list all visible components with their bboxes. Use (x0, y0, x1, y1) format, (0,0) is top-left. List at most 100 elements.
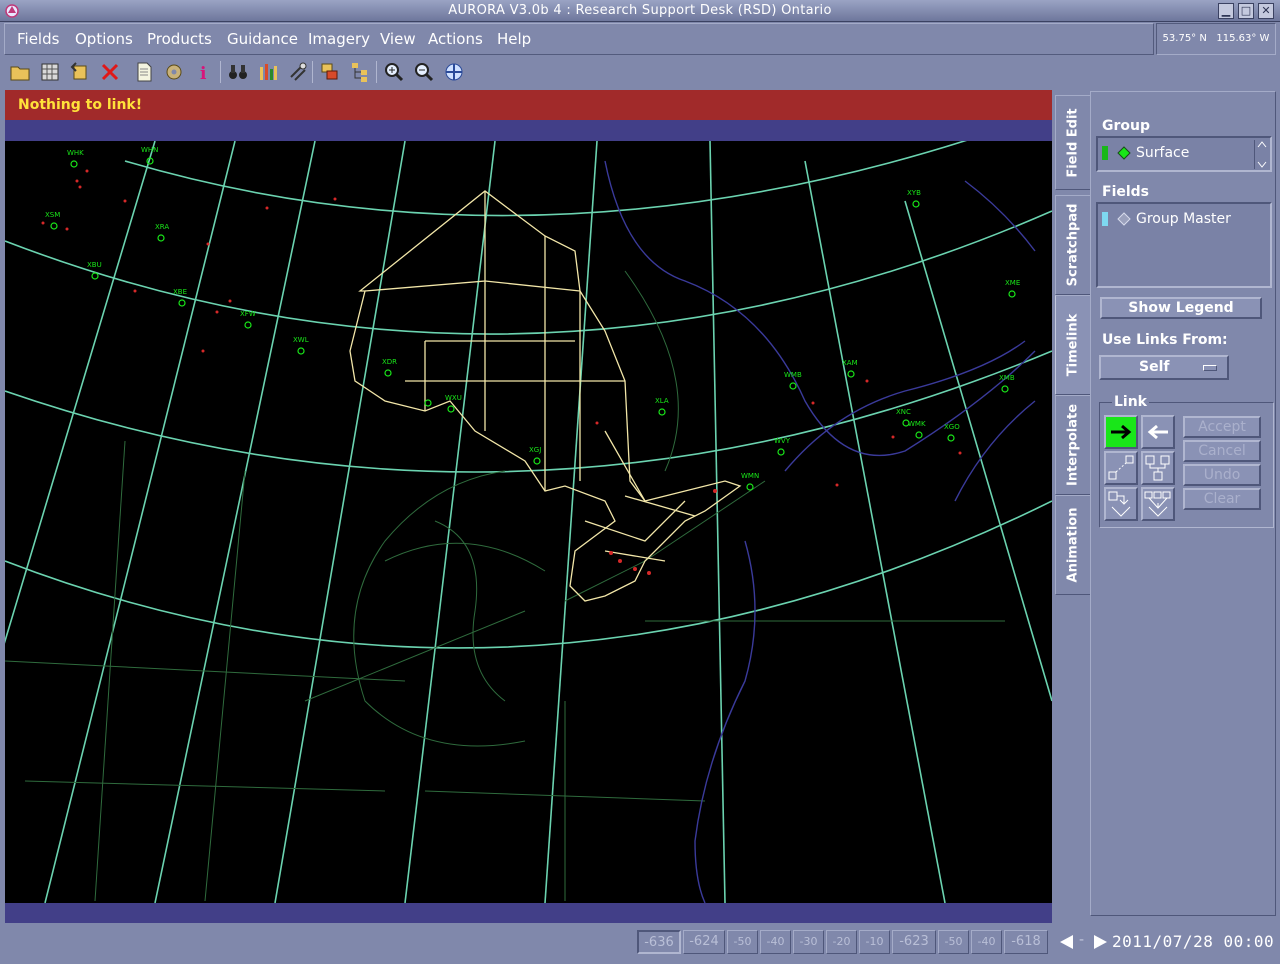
group-color-swatch (1102, 146, 1108, 160)
delete-x-icon[interactable] (98, 60, 122, 84)
station-label: WHK (67, 149, 84, 157)
next-arrow-icon[interactable] (1090, 933, 1110, 951)
group-list[interactable]: Surface (1096, 136, 1272, 172)
use-links-label: Use Links From: (1102, 332, 1228, 348)
timestep-button[interactable]: -50 (938, 930, 969, 954)
station-label: XDR (382, 358, 397, 366)
undo-icon[interactable] (68, 60, 92, 84)
timelink-panel: Group Surface Fields Group Master Show L… (1090, 91, 1276, 916)
document-icon[interactable] (132, 60, 156, 84)
station-label: XMB (999, 374, 1015, 382)
timestep-button[interactable]: -618 (1004, 930, 1048, 954)
previous-arrow-icon[interactable] (1057, 933, 1077, 951)
tab-scratchpad[interactable]: Scratchpad (1055, 195, 1090, 295)
layers-icon[interactable] (318, 60, 342, 84)
link-merge-icon (1108, 491, 1131, 517)
link-points-button[interactable] (1104, 451, 1138, 485)
undo-button[interactable]: Undo (1183, 464, 1261, 486)
clear-button[interactable]: Clear (1183, 488, 1261, 510)
link-label: Link (1112, 394, 1149, 410)
pan-icon[interactable] (442, 60, 466, 84)
map-canvas[interactable]: WHK WHN XSM XRA XBU XBE XFW XWL XDR WMB … (5, 141, 1052, 903)
station-label: XSM (45, 211, 60, 219)
minimize-button[interactable]: ▁ (1218, 3, 1234, 19)
coastlines (604, 160, 1036, 903)
timeline-bar: -636 -624 -50 -40 -30 -20 -10 -623 -50 -… (0, 924, 1280, 964)
link-chain-button[interactable] (1141, 451, 1175, 485)
menu-actions[interactable]: Actions (428, 30, 483, 48)
timestep-button[interactable]: -20 (826, 930, 857, 954)
diamond-unselected-icon (1117, 212, 1131, 226)
menu-products[interactable]: Products (147, 30, 212, 48)
show-legend-button[interactable]: Show Legend (1100, 297, 1262, 319)
timestep-button[interactable]: -10 (859, 930, 890, 954)
station-label: XWL (293, 336, 309, 344)
maximize-button[interactable]: □ (1238, 3, 1254, 19)
longitude-lines (5, 141, 1052, 903)
menu-fields[interactable]: Fields (17, 30, 59, 48)
station-label: WXU (445, 394, 462, 402)
menu-imagery[interactable]: Imagery (308, 30, 370, 48)
tab-animation[interactable]: Animation (1055, 495, 1090, 595)
tab-field-edit[interactable]: Field Edit (1055, 95, 1090, 190)
menu-guidance[interactable]: Guidance (227, 30, 298, 48)
latitude-readout: 53.75° N (1162, 33, 1207, 44)
accept-button[interactable]: Accept (1183, 416, 1261, 438)
group-value: Surface (1136, 145, 1190, 161)
timestep-button[interactable]: -50 (727, 930, 758, 954)
station-label: XLA (655, 397, 669, 405)
station-label: XGJ (529, 446, 541, 454)
cancel-button[interactable]: Cancel (1183, 440, 1261, 462)
save-grid-icon[interactable] (38, 60, 62, 84)
close-button[interactable]: ✕ (1258, 3, 1274, 19)
link-chain-icon (1145, 455, 1170, 481)
arrow-left-icon (1147, 424, 1168, 440)
fields-list[interactable]: Group Master (1096, 202, 1272, 288)
use-links-dropdown[interactable]: Self (1099, 355, 1229, 380)
satellite-dish-icon[interactable] (286, 60, 310, 84)
menu-options[interactable]: Options (75, 30, 133, 48)
zoom-out-icon[interactable] (412, 60, 436, 84)
group-scrollbar[interactable] (1254, 140, 1268, 169)
timestep-button[interactable]: -636 (637, 930, 681, 954)
menu-help[interactable]: Help (497, 30, 531, 48)
timestep-button[interactable]: -623 (892, 930, 936, 954)
side-tabs: Field Edit Scratchpad Timelink Interpola… (1055, 95, 1090, 600)
field-value: Group Master (1136, 211, 1231, 227)
scroll-arrows-icon (1257, 141, 1267, 168)
settings-gear-icon[interactable] (162, 60, 186, 84)
timeline-separator: - (1079, 932, 1085, 948)
info-icon[interactable]: i (192, 60, 216, 84)
tab-interpolate[interactable]: Interpolate (1055, 395, 1090, 495)
tab-timelink[interactable]: Timelink (1055, 295, 1090, 395)
timestep-button[interactable]: -30 (793, 930, 824, 954)
use-links-value: Self (1139, 359, 1170, 375)
dropdown-indicator-icon (1203, 365, 1217, 371)
timestep-button[interactable]: -40 (760, 930, 791, 954)
station-label: WMB (784, 371, 802, 379)
weather-map[interactable]: WHK WHN XSM XRA XBU XBE XFW XWL XDR WMB … (5, 141, 1052, 903)
link-merge-button[interactable] (1104, 487, 1138, 521)
station-label: XME (1005, 279, 1020, 287)
link-forward-button[interactable] (1104, 415, 1138, 449)
svg-text:i: i (200, 64, 207, 83)
station-label: XNC (896, 408, 911, 416)
zoom-in-icon[interactable] (382, 60, 406, 84)
link-group-button[interactable] (1141, 487, 1175, 521)
station-label: WHN (141, 146, 158, 154)
tree-icon[interactable] (348, 60, 372, 84)
station-label: XAM (842, 359, 858, 367)
link-backward-button[interactable] (1141, 415, 1175, 449)
menu-view[interactable]: View (380, 30, 416, 48)
arrow-right-icon (1111, 424, 1132, 440)
group-label: Group (1102, 118, 1151, 134)
station-label: WMK (908, 420, 926, 428)
binoculars-icon[interactable] (226, 60, 250, 84)
status-message: Nothing to link! (5, 90, 1052, 120)
bar-chart-icon[interactable] (256, 60, 280, 84)
timestep-button[interactable]: -624 (683, 930, 725, 954)
link-group-icon (1144, 491, 1171, 517)
timestep-button[interactable]: -40 (971, 930, 1002, 954)
station-markers (50, 157, 1016, 491)
open-folder-icon[interactable] (8, 60, 32, 84)
